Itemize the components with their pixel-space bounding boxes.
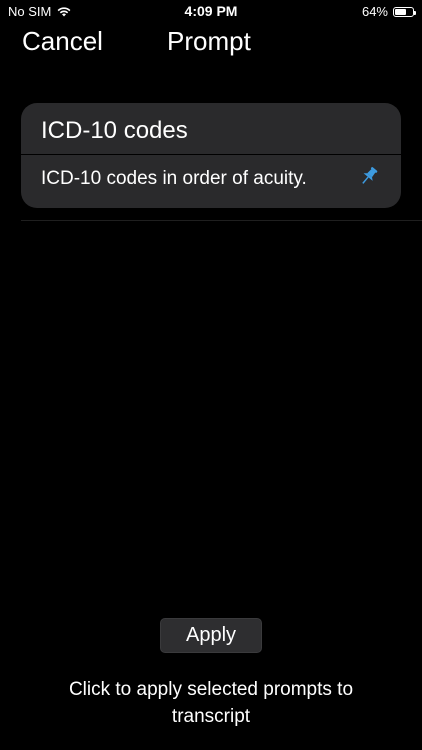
prompt-text: ICD-10 codes in order of acuity.: [41, 168, 307, 189]
prompt-name: ICD-10 codes: [41, 117, 188, 144]
section-divider: [21, 220, 422, 221]
prompt-card[interactable]: ICD-10 codes ICD-10 codes in order of ac…: [21, 103, 401, 208]
status-right: 64%: [361, 4, 416, 19]
battery-percent: 64%: [361, 4, 388, 19]
battery-cap: [414, 10, 416, 15]
battery-icon: [393, 6, 416, 17]
prompt-divider: [21, 154, 401, 155]
battery-fill: [395, 8, 406, 15]
pushpin-icon[interactable]: [358, 165, 380, 187]
cancel-button[interactable]: Cancel: [22, 26, 103, 57]
apply-hint: Click to apply selected prompts to trans…: [68, 679, 354, 727]
status-bar: No SIM 4:09 PM 64%: [0, 0, 422, 22]
status-time: 4:09 PM: [184, 3, 238, 19]
apply-button[interactable]: Apply: [160, 618, 262, 653]
page-title: Prompt: [167, 26, 251, 56]
